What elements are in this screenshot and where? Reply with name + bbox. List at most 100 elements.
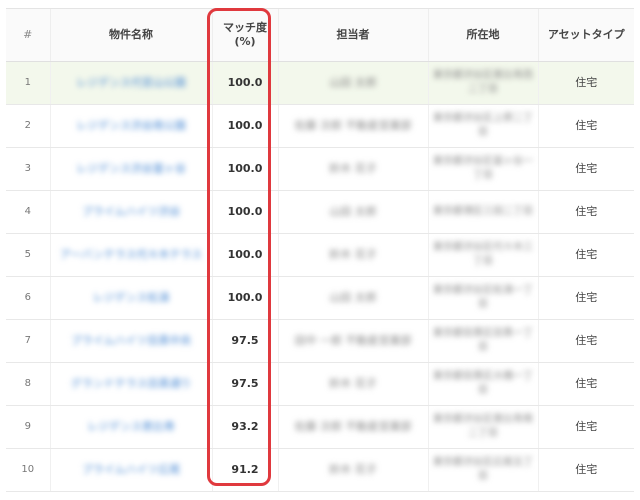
asset-type: 住宅 <box>538 147 634 191</box>
property-name-link-text[interactable]: プライムハイツ目黒中央 <box>71 334 192 347</box>
owner-name: 田中 一郎 不動産営業部 <box>278 319 429 363</box>
owner-name-text: 鈴木 花子 <box>329 463 377 476</box>
owner-name-text: 山田 太郎 <box>329 76 377 89</box>
row-number-text: 3 <box>24 163 31 174</box>
asset-type: 住宅 <box>538 104 634 148</box>
table-body: 1 レジデンス代官山公園 100.0 山田 太郎 東京都渋谷区恵比寿西二丁目 住宅 2 レジデ… <box>6 61 634 492</box>
table-row[interactable]: 6 レジデンス松濤 100.0 山田 太郎 東京都渋谷区松濤一丁目 住宅 <box>6 276 634 320</box>
match-score: 100.0 <box>212 104 279 148</box>
row-number-text: 4 <box>24 206 31 217</box>
location-address: 東京都渋谷区広尾五丁目 <box>428 448 539 492</box>
match-score-text: 100.0 <box>227 248 263 261</box>
table-row[interactable]: 10 プライムハイツ広尾 91.2 鈴木 花子 東京都渋谷区広尾五丁目 住宅 <box>6 448 634 492</box>
property-name-link-text[interactable]: プライムハイツ広尾 <box>82 463 181 476</box>
asset-type-text: 住宅 <box>575 162 598 175</box>
match-score-text: 93.2 <box>231 420 259 433</box>
property-name-link-text[interactable]: レジデンス代官山公園 <box>76 76 186 89</box>
property-name-link[interactable]: レジデンス松濤 <box>50 276 213 320</box>
asset-type-text: 住宅 <box>575 248 598 261</box>
row-number-text: 10 <box>21 464 35 475</box>
header-asset-type[interactable]: アセットタイプ <box>538 9 634 62</box>
header-match-score[interactable]: マッチ度 (%) <box>212 9 279 62</box>
match-score-text: 100.0 <box>227 205 263 218</box>
property-name-link[interactable]: レジデンス恵比寿 <box>50 405 213 449</box>
match-score: 100.0 <box>212 147 279 191</box>
match-score: 100.0 <box>212 190 279 234</box>
header-property-name[interactable]: 物件名称 <box>50 9 213 62</box>
location-address-text: 東京都渋谷区上原二丁目 <box>433 113 533 138</box>
property-match-table: # 物件名称 マッチ度 (%) 担当者 所在地 アセットタイプ 1 レジデンス代官… <box>6 9 634 492</box>
owner-name: 鈴木 花子 <box>278 448 429 492</box>
table-row[interactable]: 3 レジデンス渋谷富ヶ谷 100.0 鈴木 花子 東京都渋谷区富ヶ谷一丁目 住宅 <box>6 147 634 191</box>
property-name-link-text[interactable]: レジデンス渋谷南公園 <box>76 119 186 132</box>
owner-name: 山田 太郎 <box>278 276 429 320</box>
location-address: 東京都目黒区大橋一丁目 <box>428 362 539 406</box>
property-name-link[interactable]: プライムハイツ渋谷 <box>50 190 213 234</box>
location-address: 東京都渋谷区恵比寿南二丁目 <box>428 405 539 449</box>
asset-type-text: 住宅 <box>575 420 598 433</box>
header-location[interactable]: 所在地 <box>428 9 539 62</box>
match-score-text: 100.0 <box>227 162 263 175</box>
owner-name: 山田 太郎 <box>278 190 429 234</box>
match-score: 93.2 <box>212 405 279 449</box>
asset-type: 住宅 <box>538 405 634 449</box>
property-name-link[interactable]: アーバンテラス代々木テラス <box>50 233 213 277</box>
owner-name-text: 鈴木 花子 <box>329 162 377 175</box>
property-name-link[interactable]: レジデンス代官山公園 <box>50 61 213 105</box>
table-row[interactable]: 1 レジデンス代官山公園 100.0 山田 太郎 東京都渋谷区恵比寿西二丁目 住宅 <box>6 61 634 105</box>
location-address-text: 東京都目黒区目黒一丁目 <box>433 328 533 353</box>
location-address: 東京都渋谷区上原二丁目 <box>428 104 539 148</box>
table-row[interactable]: 9 レジデンス恵比寿 93.2 佐藤 次郎 不動産営業部 東京都渋谷区恵比寿南二丁目 住宅 <box>6 405 634 449</box>
match-score: 97.5 <box>212 362 279 406</box>
owner-name-text: 田中 一郎 不動産営業部 <box>294 334 412 347</box>
row-number-text: 5 <box>24 249 31 260</box>
owner-name: 鈴木 花子 <box>278 362 429 406</box>
property-name-link[interactable]: レジデンス渋谷南公園 <box>50 104 213 148</box>
asset-type-text: 住宅 <box>575 119 598 132</box>
table-header: # 物件名称 マッチ度 (%) 担当者 所在地 アセットタイプ <box>6 9 634 62</box>
asset-type-text: 住宅 <box>575 76 598 89</box>
owner-name-text: 山田 太郎 <box>329 205 377 218</box>
asset-type: 住宅 <box>538 276 634 320</box>
location-address: 東京都港区三田二丁目 <box>428 190 539 234</box>
row-number-text: 2 <box>24 120 31 131</box>
location-address-text: 東京都渋谷区富ヶ谷一丁目 <box>433 156 533 181</box>
row-number: 10 <box>6 448 51 492</box>
property-name-link[interactable]: レジデンス渋谷富ヶ谷 <box>50 147 213 191</box>
owner-name: 山田 太郎 <box>278 61 429 105</box>
table-row[interactable]: 8 グランドテラス目黒通り 97.5 鈴木 花子 東京都目黒区大橋一丁目 住宅 <box>6 362 634 406</box>
asset-type-text: 住宅 <box>575 463 598 476</box>
owner-name-text: 山田 太郎 <box>329 291 377 304</box>
property-name-link-text[interactable]: グランドテラス目黒通り <box>71 377 192 390</box>
owner-name: 佐藤 次郎 不動産営業部 <box>278 104 429 148</box>
property-name-link-text[interactable]: プライムハイツ渋谷 <box>82 205 181 218</box>
owner-name: 鈴木 花子 <box>278 233 429 277</box>
match-score-text: 100.0 <box>227 291 263 304</box>
row-number: 4 <box>6 190 51 234</box>
owner-name: 鈴木 花子 <box>278 147 429 191</box>
location-address: 東京都渋谷区恵比寿西二丁目 <box>428 61 539 105</box>
match-score: 100.0 <box>212 276 279 320</box>
row-number: 2 <box>6 104 51 148</box>
property-name-link-text[interactable]: アーバンテラス代々木テラス <box>60 248 202 261</box>
table-row[interactable]: 5 アーバンテラス代々木テラス 100.0 鈴木 花子 東京都渋谷区代々木三丁目 住宅 <box>6 233 634 277</box>
match-score-text: 91.2 <box>231 463 259 476</box>
property-name-link-text[interactable]: レジデンス渋谷富ヶ谷 <box>76 162 186 175</box>
property-name-link[interactable]: プライムハイツ広尾 <box>50 448 213 492</box>
property-name-link-text[interactable]: レジデンス恵比寿 <box>87 420 175 433</box>
table-row[interactable]: 7 プライムハイツ目黒中央 97.5 田中 一郎 不動産営業部 東京都目黒区目黒一丁目 住… <box>6 319 634 363</box>
asset-type: 住宅 <box>538 190 634 234</box>
property-name-link[interactable]: プライムハイツ目黒中央 <box>50 319 213 363</box>
header-owner[interactable]: 担当者 <box>278 9 429 62</box>
property-name-link-text[interactable]: レジデンス松濤 <box>93 291 170 304</box>
match-score: 100.0 <box>212 233 279 277</box>
table-row[interactable]: 4 プライムハイツ渋谷 100.0 山田 太郎 東京都港区三田二丁目 住宅 <box>6 190 634 234</box>
match-score: 97.5 <box>212 319 279 363</box>
match-score-text: 97.5 <box>231 377 259 390</box>
match-score-text: 97.5 <box>231 334 259 347</box>
asset-type: 住宅 <box>538 61 634 105</box>
location-address-text: 東京都渋谷区代々木三丁目 <box>433 242 533 267</box>
owner-name-text: 鈴木 花子 <box>329 377 377 390</box>
property-name-link[interactable]: グランドテラス目黒通り <box>50 362 213 406</box>
table-row[interactable]: 2 レジデンス渋谷南公園 100.0 佐藤 次郎 不動産営業部 東京都渋谷区上原二丁目 住… <box>6 104 634 148</box>
